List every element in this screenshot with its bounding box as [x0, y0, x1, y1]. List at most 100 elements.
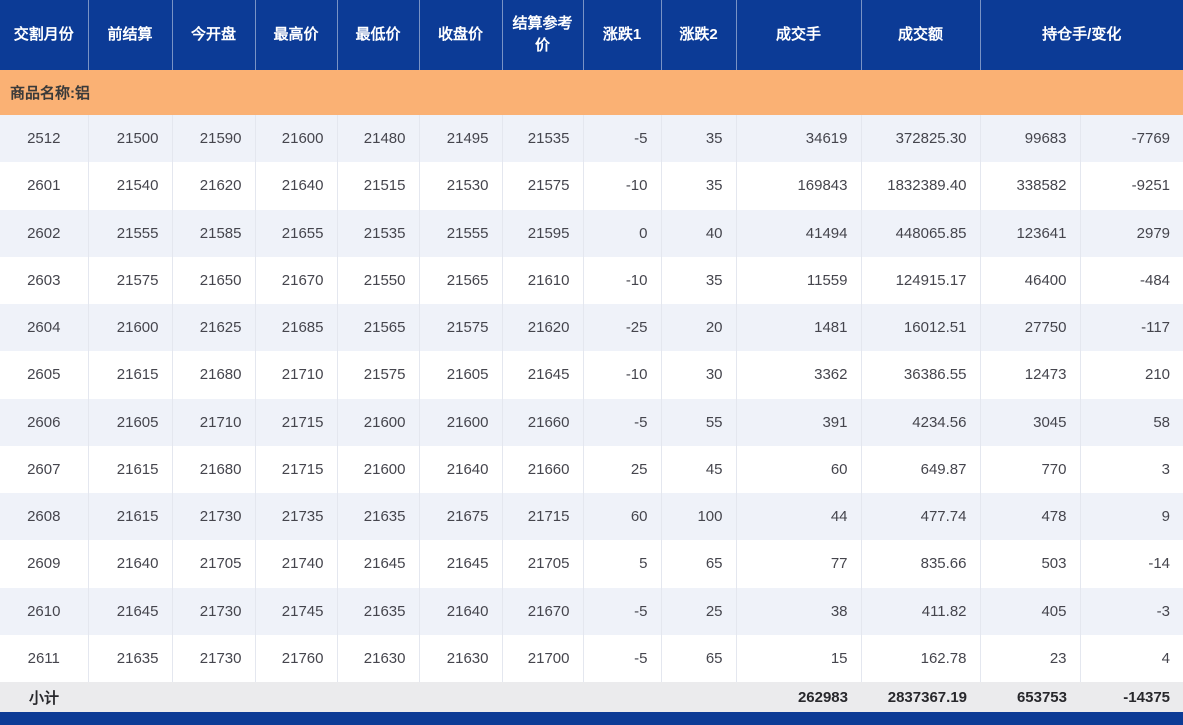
cell-close: 21645 — [419, 540, 503, 588]
cell-volume: 41494 — [736, 209, 862, 257]
cell-turnover: 36386.55 — [861, 351, 981, 399]
col-header-low: 最低价 — [337, 0, 420, 70]
table-row: 2609 21640 21705 21740 21645 21645 21705 5 65 77 8… — [0, 540, 1183, 588]
cell-prev_settle: 21615 — [88, 493, 173, 541]
col-header-settle-ref: 结算参考价 — [502, 0, 584, 70]
futures-daily-quote-screen: 交割月份 前结算 今开盘 最高价 最低价 收盘价 结算参考价 涨跌1 涨跌2 成… — [0, 0, 1183, 725]
cell-month: 2606 — [0, 398, 89, 446]
subtotal-spacer — [88, 682, 736, 712]
cell-settle_ref: 21700 — [502, 634, 584, 682]
cell-settle_ref: 21645 — [502, 351, 584, 399]
table-row: 2604 21600 21625 21685 21565 21575 21620 -25 20 1… — [0, 304, 1183, 352]
table-row: 2610 21645 21730 21745 21635 21640 21670 -5 25 38… — [0, 587, 1183, 635]
cell-open_interest: 23 — [980, 634, 1081, 682]
cell-low: 21600 — [337, 445, 420, 493]
cell-change1: 5 — [583, 540, 662, 588]
cell-prev_settle: 21635 — [88, 634, 173, 682]
table-row: 2607 21615 21680 21715 21600 21640 21660 25 45 60… — [0, 445, 1183, 493]
cell-open: 21680 — [172, 445, 256, 493]
cell-close: 21530 — [419, 162, 503, 210]
table-row: 2608 21615 21730 21735 21635 21675 21715 60 100 4… — [0, 493, 1183, 541]
cell-settle_ref: 21575 — [502, 162, 584, 210]
cell-turnover: 448065.85 — [861, 209, 981, 257]
cell-volume: 169843 — [736, 162, 862, 210]
cell-change1: -5 — [583, 398, 662, 446]
cell-close: 21575 — [419, 304, 503, 352]
cell-prev_settle: 21615 — [88, 445, 173, 493]
table-body: 2512 21500 21590 21600 21480 21495 21535 -5 35 34… — [0, 115, 1183, 682]
cell-change1: -10 — [583, 256, 662, 304]
cell-volume: 38 — [736, 587, 862, 635]
cell-oi_change: 4 — [1080, 634, 1183, 682]
cell-change2: 20 — [661, 304, 737, 352]
cell-low: 21630 — [337, 634, 420, 682]
cell-low: 21535 — [337, 209, 420, 257]
cell-open: 21730 — [172, 634, 256, 682]
cell-turnover: 372825.30 — [861, 115, 981, 163]
cell-turnover: 411.82 — [861, 587, 981, 635]
cell-month: 2604 — [0, 304, 89, 352]
cell-month: 2512 — [0, 115, 89, 163]
table-row: 2601 21540 21620 21640 21515 21530 21575 -10 35 1… — [0, 162, 1183, 210]
col-header-change1: 涨跌1 — [583, 0, 662, 70]
cell-high: 21735 — [255, 493, 338, 541]
cell-open: 21585 — [172, 209, 256, 257]
table-row: 2611 21635 21730 21760 21630 21630 21700 -5 65 15… — [0, 634, 1183, 682]
cell-change2: 65 — [661, 634, 737, 682]
cell-month: 2611 — [0, 634, 89, 682]
cell-prev_settle: 21640 — [88, 540, 173, 588]
cell-close: 21555 — [419, 209, 503, 257]
cell-change2: 40 — [661, 209, 737, 257]
cell-settle_ref: 21610 — [502, 256, 584, 304]
futures-quote-table: 交割月份 前结算 今开盘 最高价 最低价 收盘价 结算参考价 涨跌1 涨跌2 成… — [0, 0, 1183, 712]
cell-settle_ref: 21535 — [502, 115, 584, 163]
cell-settle_ref: 21620 — [502, 304, 584, 352]
cell-open_interest: 99683 — [980, 115, 1081, 163]
cell-open_interest: 12473 — [980, 351, 1081, 399]
cell-high: 21600 — [255, 115, 338, 163]
col-header-delivery-month: 交割月份 — [0, 0, 89, 70]
cell-high: 21685 — [255, 304, 338, 352]
cell-low: 21600 — [337, 398, 420, 446]
cell-volume: 3362 — [736, 351, 862, 399]
cell-change1: 25 — [583, 445, 662, 493]
col-header-change2: 涨跌2 — [661, 0, 737, 70]
cell-low: 21550 — [337, 256, 420, 304]
cell-month: 2610 — [0, 587, 89, 635]
section-band: 商品名称:铝 — [0, 70, 1183, 115]
cell-month: 2605 — [0, 351, 89, 399]
cell-oi_change: 3 — [1080, 445, 1183, 493]
cell-change1: -10 — [583, 351, 662, 399]
table-row: 2605 21615 21680 21710 21575 21605 21645 -10 30 3… — [0, 351, 1183, 399]
table-row: 2603 21575 21650 21670 21550 21565 21610 -10 35 1… — [0, 256, 1183, 304]
col-header-turnover: 成交额 — [861, 0, 981, 70]
cell-change1: -25 — [583, 304, 662, 352]
subtotal-volume: 262983 — [736, 682, 861, 712]
cell-oi_change: 58 — [1080, 398, 1183, 446]
commodity-name-label: 商品名称:铝 — [0, 70, 1183, 115]
cell-high: 21715 — [255, 445, 338, 493]
cell-open: 21620 — [172, 162, 256, 210]
cell-open: 21730 — [172, 493, 256, 541]
cell-high: 21710 — [255, 351, 338, 399]
cell-low: 21515 — [337, 162, 420, 210]
cell-prev_settle: 21575 — [88, 256, 173, 304]
cell-settle_ref: 21705 — [502, 540, 584, 588]
cell-turnover: 162.78 — [861, 634, 981, 682]
cell-close: 21600 — [419, 398, 503, 446]
cell-close: 21605 — [419, 351, 503, 399]
cell-oi_change: 2979 — [1080, 209, 1183, 257]
cell-change1: -5 — [583, 115, 662, 163]
cell-turnover: 1832389.40 — [861, 162, 981, 210]
table-header: 交割月份 前结算 今开盘 最高价 最低价 收盘价 结算参考价 涨跌1 涨跌2 成… — [0, 0, 1183, 70]
cell-open_interest: 46400 — [980, 256, 1081, 304]
cell-change1: -5 — [583, 634, 662, 682]
subtotal-row: 小计 262983 2837367.19 653753 -14375 — [0, 682, 1183, 712]
cell-open_interest: 338582 — [980, 162, 1081, 210]
cell-low: 21635 — [337, 493, 420, 541]
table-footer: 小计 262983 2837367.19 653753 -14375 — [0, 682, 1183, 712]
cell-volume: 15 — [736, 634, 862, 682]
cell-month: 2602 — [0, 209, 89, 257]
cell-change2: 35 — [661, 162, 737, 210]
cell-volume: 60 — [736, 445, 862, 493]
